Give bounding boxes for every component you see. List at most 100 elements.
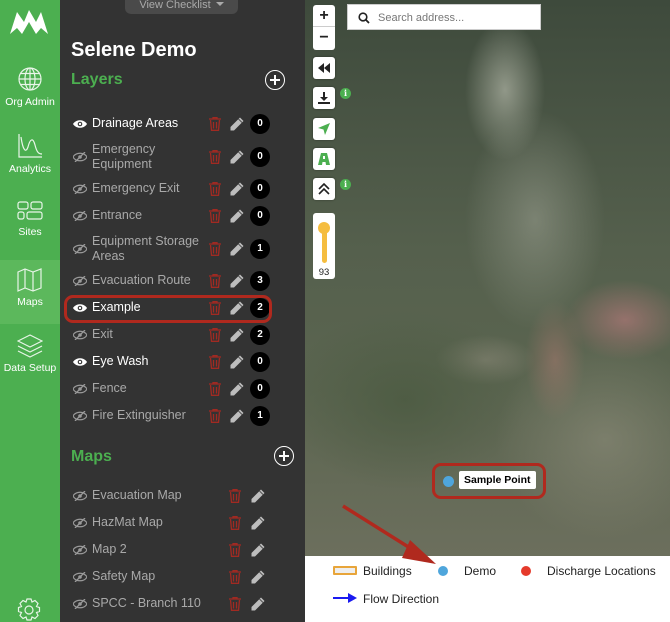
view-checklist-button[interactable]: View Checklist (125, 0, 238, 14)
layer-row[interactable]: Entrance 0 (60, 200, 305, 232)
map-name[interactable]: Safety Map (92, 569, 222, 584)
trash-icon[interactable] (209, 242, 221, 256)
eye-slash-icon[interactable] (73, 384, 87, 394)
eye-slash-icon[interactable] (73, 518, 87, 528)
pencil-icon[interactable] (230, 182, 244, 196)
search-icon (358, 12, 370, 24)
layer-row[interactable]: Drainage Areas 0 (60, 108, 305, 140)
trash-icon[interactable] (229, 597, 241, 611)
eye-slash-icon[interactable] (73, 599, 87, 609)
map-canvas[interactable]: + − Search address... i i 93 Sample Poin… (305, 0, 670, 556)
layer-name[interactable]: Fire Extinguisher (92, 408, 202, 423)
pencil-icon[interactable] (230, 274, 244, 288)
download-info-icon[interactable]: i (340, 88, 351, 99)
layer-row[interactable]: Fire Extinguisher 1 (60, 400, 305, 432)
pencil-icon[interactable] (230, 242, 244, 256)
opacity-slider[interactable]: 93 (313, 213, 335, 279)
sample-point-highlight: Sample Point (432, 463, 546, 499)
eye-slash-icon[interactable] (73, 330, 87, 340)
eye-slash-icon[interactable] (73, 491, 87, 501)
eye-slash-icon[interactable] (73, 184, 87, 194)
zoom-out-button[interactable]: − (313, 27, 335, 49)
pencil-icon[interactable] (251, 489, 265, 503)
layer-name[interactable]: Exit (92, 327, 202, 342)
trash-icon[interactable] (209, 209, 221, 223)
pencil-icon[interactable] (251, 597, 265, 611)
address-search[interactable]: Search address... (347, 4, 541, 30)
locate-button[interactable] (313, 118, 335, 140)
trash-icon[interactable] (209, 274, 221, 288)
layer-name[interactable]: Entrance (92, 208, 202, 223)
eye-slash-icon[interactable] (73, 411, 87, 421)
layer-count-badge: 0 (250, 379, 270, 399)
eye-icon[interactable] (73, 119, 87, 129)
nav-item-org-admin[interactable]: Org Admin (0, 66, 60, 130)
add-map-button[interactable] (274, 446, 294, 466)
nav-item-analytics[interactable]: Analytics (0, 133, 60, 197)
pencil-icon[interactable] (251, 516, 265, 530)
map-row[interactable]: SPCC - Branch 110 (60, 588, 305, 620)
eye-slash-icon[interactable] (73, 244, 87, 254)
layer-row[interactable]: Emergency Equipment 0 (60, 141, 305, 173)
sample-point-marker[interactable] (443, 476, 454, 487)
add-layer-button[interactable] (265, 70, 285, 90)
nav-item-sites[interactable]: Sites (0, 200, 60, 264)
pencil-icon[interactable] (230, 117, 244, 131)
nav-item-data-setup[interactable]: Data Setup (0, 334, 60, 398)
layer-name[interactable]: Equipment Storage Areas (92, 234, 202, 264)
gear-icon[interactable] (17, 598, 41, 622)
pencil-icon[interactable] (230, 209, 244, 223)
layer-row[interactable]: Equipment Storage Areas 1 (60, 233, 305, 265)
trash-icon[interactable] (229, 516, 241, 530)
trash-icon[interactable] (229, 570, 241, 584)
pencil-icon[interactable] (230, 355, 244, 369)
eye-slash-icon[interactable] (73, 152, 87, 162)
collapse-panel-button[interactable] (313, 57, 335, 79)
app: Org Admin Analytics Sites Maps Data Setu… (0, 0, 670, 622)
eye-slash-icon[interactable] (73, 276, 87, 286)
map-name[interactable]: HazMat Map (92, 515, 222, 530)
pencil-icon[interactable] (251, 570, 265, 584)
layer-count-badge: 2 (250, 325, 270, 345)
globe-icon (18, 67, 42, 91)
trash-icon[interactable] (209, 355, 221, 369)
nav-item-maps[interactable]: Maps (0, 260, 60, 324)
trash-icon[interactable] (209, 382, 221, 396)
layer-name[interactable]: Fence (92, 381, 202, 396)
layer-name[interactable]: Emergency Equipment (92, 142, 202, 172)
layer-name[interactable]: Emergency Exit (92, 181, 202, 196)
road-layer-button[interactable] (313, 148, 335, 170)
map-name[interactable]: Evacuation Map (92, 488, 222, 503)
layer-name[interactable]: Drainage Areas (92, 116, 202, 131)
maps-heading: Maps (71, 448, 112, 465)
pencil-icon[interactable] (230, 409, 244, 423)
trash-icon[interactable] (209, 150, 221, 164)
trash-icon[interactable] (229, 489, 241, 503)
expand-info-icon[interactable]: i (340, 179, 351, 190)
trash-icon[interactable] (229, 543, 241, 557)
map-name[interactable]: SPCC - Branch 110 (92, 596, 222, 611)
slider-knob[interactable] (318, 222, 330, 234)
eye-slash-icon[interactable] (73, 545, 87, 555)
download-button[interactable] (313, 87, 335, 109)
pencil-icon[interactable] (230, 150, 244, 164)
layers-icon (17, 334, 43, 358)
expand-up-button[interactable] (313, 178, 335, 200)
trash-icon[interactable] (209, 182, 221, 196)
trash-icon[interactable] (209, 328, 221, 342)
layer-count-badge: 0 (250, 352, 270, 372)
pencil-icon[interactable] (251, 543, 265, 557)
eye-slash-icon[interactable] (73, 211, 87, 221)
logo-icon[interactable] (10, 8, 48, 34)
eye-icon[interactable] (73, 357, 87, 367)
legend-label-flow: Flow Direction (363, 592, 440, 606)
pencil-icon[interactable] (230, 382, 244, 396)
layer-name[interactable]: Eye Wash (92, 354, 202, 369)
trash-icon[interactable] (209, 117, 221, 131)
pencil-icon[interactable] (230, 328, 244, 342)
eye-slash-icon[interactable] (73, 572, 87, 582)
trash-icon[interactable] (209, 409, 221, 423)
zoom-in-button[interactable]: + (313, 5, 335, 27)
map-name[interactable]: Map 2 (92, 542, 222, 557)
layer-name[interactable]: Evacuation Route (92, 273, 202, 288)
